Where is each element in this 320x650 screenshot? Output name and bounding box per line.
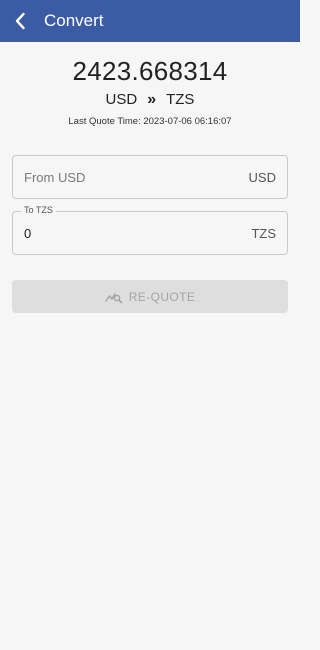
from-currency-code: USD — [105, 91, 138, 108]
app-bar: Convert — [0, 0, 300, 42]
to-currency-suffix: TZS — [251, 225, 276, 241]
to-amount-label: To TZS — [21, 205, 56, 215]
rate-summary: 2423.668314 USD » TZS Last Quote Time: 2… — [0, 56, 300, 127]
to-amount-input[interactable]: To TZS 0 TZS — [12, 205, 288, 255]
back-button[interactable] — [0, 0, 40, 42]
requote-button[interactable]: RE-QUOTE — [12, 280, 288, 313]
chevron-left-icon — [15, 12, 25, 30]
currency-pair: USD » TZS — [0, 90, 300, 110]
last-quote-time: Last Quote Time: 2023-07-06 06:16:07 — [68, 116, 232, 127]
from-amount-input[interactable]: From USD USD — [12, 155, 288, 199]
to-currency-code: TZS — [166, 91, 195, 108]
from-amount-placeholder: From USD — [24, 169, 86, 185]
to-amount-value: 0 — [24, 225, 32, 241]
from-currency-suffix: USD — [248, 169, 276, 185]
requote-label: RE-QUOTE — [128, 289, 196, 304]
pair-separator-icon: » — [147, 91, 157, 108]
page-title: Convert — [44, 11, 104, 30]
exchange-rate-value: 2423.668314 — [72, 56, 228, 86]
chart-search-icon — [104, 290, 123, 304]
